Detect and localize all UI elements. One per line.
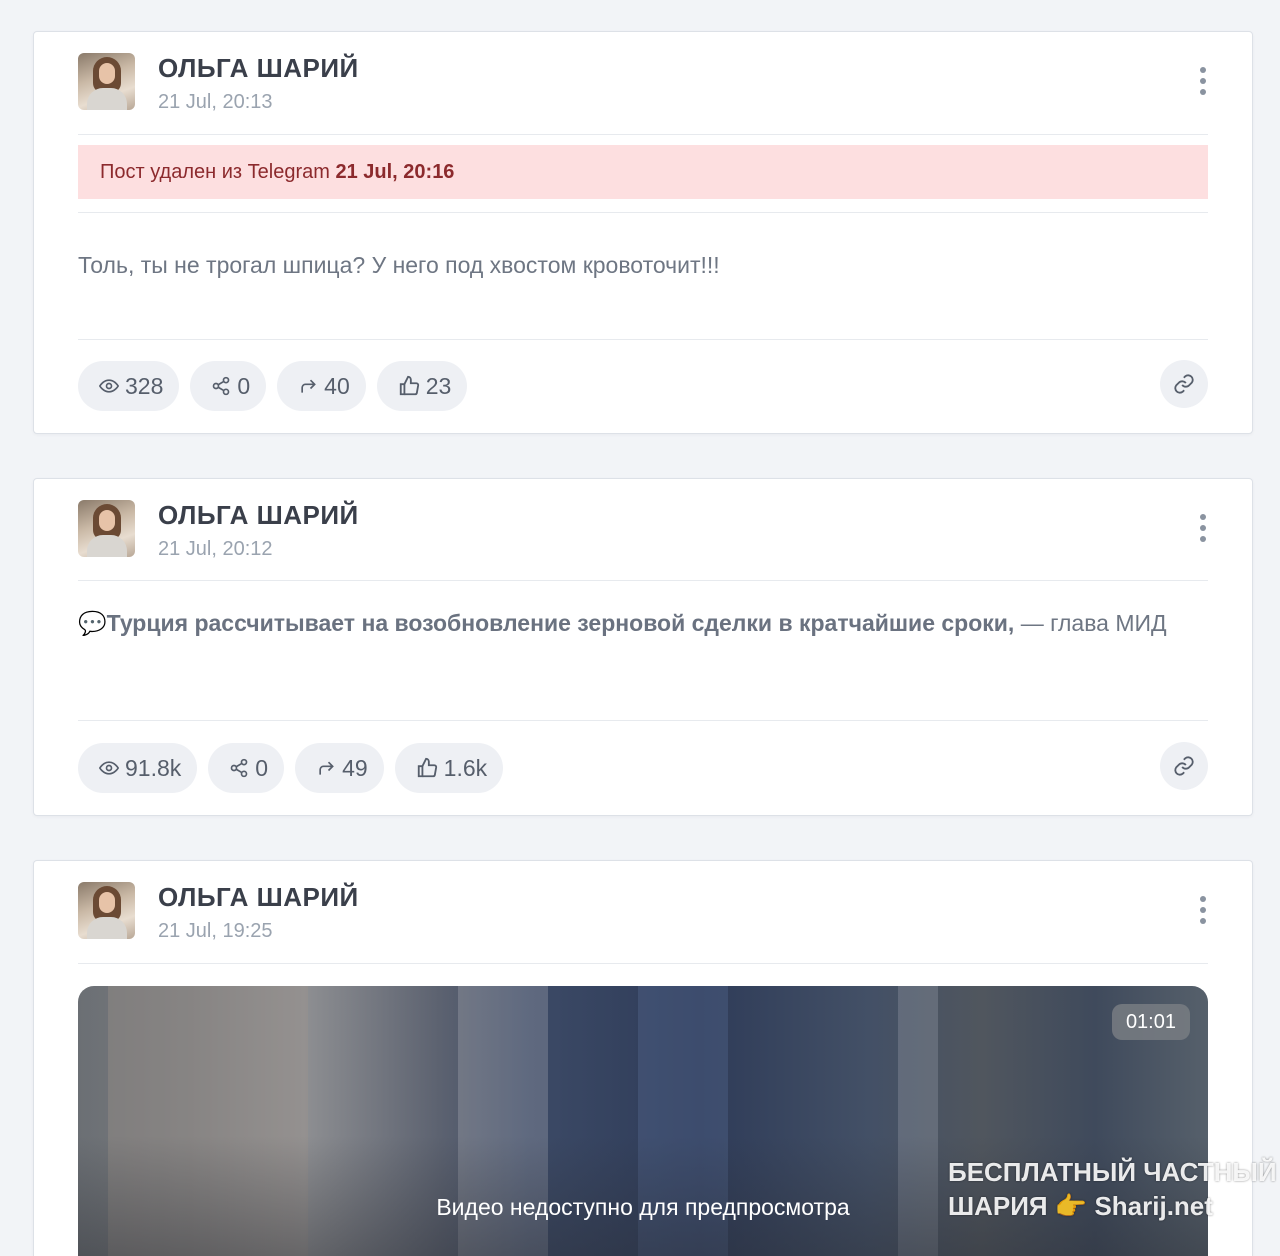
views-count: 91.8k [125, 754, 182, 781]
forward-icon [319, 761, 334, 775]
deleted-prefix: Пост удален из Telegram [100, 161, 330, 183]
speech-bubble-icon: 💬 [78, 610, 107, 636]
kebab-menu-icon[interactable] [1196, 67, 1210, 99]
likes-pill: 23 [376, 361, 468, 411]
kebab-menu-icon[interactable] [1196, 896, 1210, 928]
kebab-menu-icon[interactable] [1196, 514, 1210, 546]
post-text-rest: — глава МИД [1014, 610, 1167, 636]
author-name[interactable]: ОЛЬГА ШАРИЙ [158, 882, 359, 913]
divider [78, 212, 1208, 213]
shares-count: 0 [237, 372, 251, 399]
forwards-count: 49 [342, 754, 368, 781]
post-card: ОЛЬГА ШАРИЙ 21 Jul, 20:13 Пост удален из… [33, 31, 1253, 434]
post-header: ОЛЬГА ШАРИЙ 21 Jul, 19:25 [78, 882, 1208, 942]
avatar[interactable] [78, 500, 135, 557]
post-stats: 328 0 40 23 [78, 361, 468, 411]
post-text-bold: Турция рассчитывает на возобновление зер… [106, 610, 1015, 636]
forward-icon [301, 379, 317, 393]
watermark: БЕСПЛАТНЫЙ ЧАСТНЫЙ ШАРИЯ 👉 Sharij.net [948, 1155, 1277, 1223]
share-icon [230, 758, 248, 778]
likes-pill: 1.6k [394, 743, 504, 793]
video-duration: 01:01 [1111, 1004, 1190, 1040]
forwards-count: 40 [324, 372, 350, 399]
post-date[interactable]: 21 Jul, 20:13 [158, 91, 273, 114]
avatar[interactable] [78, 882, 135, 939]
post-stats: 91.8k 0 49 1.6k [78, 743, 504, 793]
post-header: ОЛЬГА ШАРИЙ 21 Jul, 20:12 [78, 500, 1208, 560]
post-text: Толь, ты не трогал шпица? У него под хво… [78, 252, 720, 278]
shares-pill: 0 [208, 743, 285, 793]
likes-count: 1.6k [443, 754, 488, 781]
watermark-line1: БЕСПЛАТНЫЙ ЧАСТНЫЙ [948, 1157, 1277, 1187]
link-icon [1174, 756, 1194, 776]
link-icon [1174, 374, 1194, 394]
deleted-notice: Пост удален из Telegram 21 Jul, 20:16 [78, 145, 1208, 199]
likes-count: 23 [425, 372, 452, 399]
views-pill: 91.8k [78, 743, 198, 793]
author-name[interactable]: ОЛЬГА ШАРИЙ [158, 53, 359, 84]
divider [78, 963, 1208, 964]
views-pill: 328 [78, 361, 180, 411]
post-card: ОЛЬГА ШАРИЙ 21 Jul, 20:12 💬Турция рассчи… [33, 478, 1253, 816]
divider [78, 134, 1208, 135]
post-header: ОЛЬГА ШАРИЙ 21 Jul, 20:13 [78, 53, 1208, 113]
post-date[interactable]: 21 Jul, 19:25 [158, 920, 273, 943]
forwards-pill: 40 [277, 361, 366, 411]
shares-pill: 0 [190, 361, 267, 411]
watermark-line2: ШАРИЯ 👉 Sharij.net [948, 1191, 1213, 1221]
share-icon [213, 376, 230, 396]
author-name[interactable]: ОЛЬГА ШАРИЙ [158, 500, 359, 531]
thumbs-up-icon [417, 757, 437, 778]
eye-icon [99, 379, 119, 393]
views-count: 328 [125, 372, 164, 399]
shares-count: 0 [255, 754, 269, 781]
copy-link-button[interactable] [1160, 742, 1208, 790]
forwards-pill: 49 [295, 743, 384, 793]
deleted-date: 21 Jul, 20:16 [335, 161, 455, 183]
divider [78, 720, 1208, 721]
post-text: 💬Турция рассчитывает на возобновление зе… [78, 604, 1208, 642]
divider [78, 580, 1208, 581]
post-date[interactable]: 21 Jul, 20:12 [158, 538, 273, 561]
avatar[interactable] [78, 53, 135, 110]
eye-icon [99, 761, 119, 775]
copy-link-button[interactable] [1160, 360, 1208, 408]
divider [78, 339, 1208, 340]
thumbs-up-icon [399, 375, 419, 396]
